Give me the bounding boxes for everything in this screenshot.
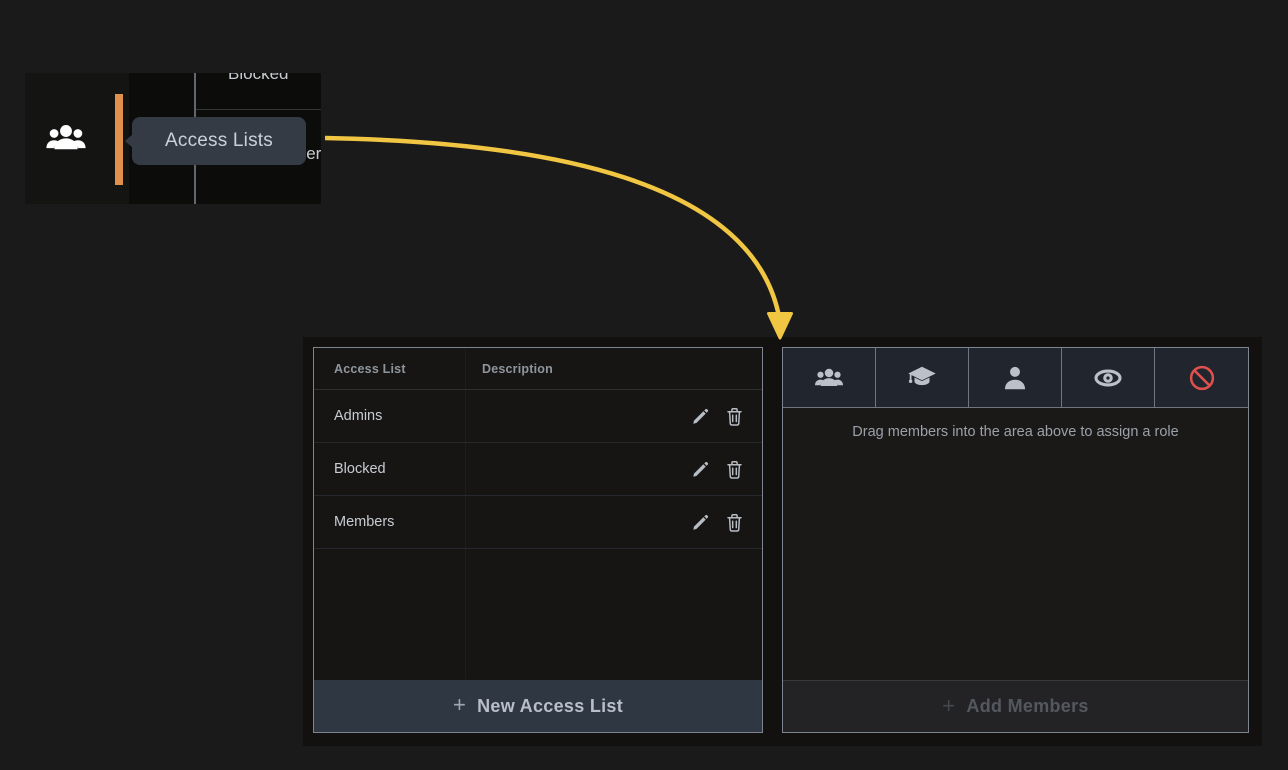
tooltip-pointer [125,134,133,148]
people-group-icon [814,365,844,391]
pencil-icon[interactable] [691,513,710,532]
role-tab-teacher[interactable] [876,348,969,407]
person-icon [1000,365,1030,391]
people-group-icon[interactable] [45,120,87,156]
eye-icon [1093,365,1123,391]
access-list-name: Admins [334,408,382,424]
ban-icon [1187,365,1217,391]
app-sidebar [25,73,129,204]
role-assignment-panel: Drag members into the area above to assi… [782,347,1249,733]
plus-icon: + [453,692,466,718]
column-header-access-list: Access List [334,362,406,376]
add-members-label: Add Members [966,696,1088,717]
access-lists-panel: Access List Description Admins [313,347,763,733]
pencil-icon[interactable] [691,460,710,479]
trash-icon[interactable] [725,460,744,479]
role-tab-blocked[interactable] [1155,348,1248,407]
pencil-icon[interactable] [691,407,710,426]
new-access-list-button[interactable]: + New Access List [314,680,762,732]
trash-icon[interactable] [725,407,744,426]
table-row[interactable]: Blocked [314,443,762,496]
table-row[interactable]: Admins [314,390,762,443]
trash-icon[interactable] [725,513,744,532]
column-header-description: Description [482,362,553,376]
page: Blocked Members Access Lists Access List… [0,0,1288,770]
access-list-name: Blocked [334,461,386,477]
role-tab-group[interactable] [783,348,876,407]
drag-hint-text: Drag members into the area above to assi… [783,424,1248,440]
partial-row-blocked: Blocked [228,73,288,84]
table-header: Access List Description [314,348,762,390]
tooltip-label: Access Lists [165,130,273,152]
role-tabs [783,348,1248,408]
active-nav-indicator [115,94,123,185]
sidebar-screenshot-snippet: Blocked Members Access Lists [25,73,321,204]
graduation-cap-icon [907,365,937,391]
role-tab-observer[interactable] [1062,348,1155,407]
row-divider-line [196,109,321,110]
plus-icon: + [942,693,955,719]
new-access-list-label: New Access List [477,696,623,717]
table-row[interactable]: Members [314,496,762,549]
access-lists-tooltip: Access Lists [132,117,306,165]
add-members-button[interactable]: + Add Members [783,680,1248,732]
access-list-name: Members [334,514,394,530]
role-tab-member[interactable] [969,348,1062,407]
